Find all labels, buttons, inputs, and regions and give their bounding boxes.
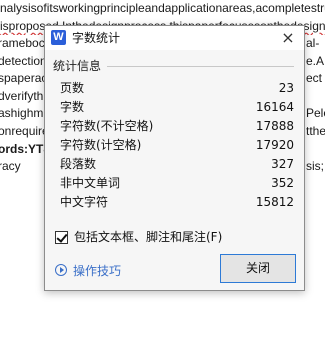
stat-value: 352 xyxy=(271,176,294,190)
document-fragment: e.A xyxy=(306,53,325,68)
document-line: nalysisofitsworkingprincipleandapplicati… xyxy=(0,1,325,15)
document-right-fragments: al- e.A ect Pele tthe sis; xyxy=(306,35,325,176)
stat-label: 字数 xyxy=(60,100,85,114)
word-count-dialog: W 字数统计 × 统计信息 页数 23 字数 16164 字符数(不计空格) 1… xyxy=(44,25,305,291)
stat-label: 字符数(计空格) xyxy=(60,138,142,152)
document-fragment: tthe xyxy=(306,123,325,138)
play-circle-icon xyxy=(55,264,67,276)
stat-row-paragraphs: 段落数 327 xyxy=(45,155,304,173)
document-fragment: Pele xyxy=(306,106,325,121)
stat-row-pages: 页数 23 xyxy=(45,79,304,97)
stat-row-chars-with-spaces: 字符数(计空格) 17920 xyxy=(45,136,304,154)
stat-label: 非中文单词 xyxy=(60,176,121,190)
document-fragment xyxy=(306,141,325,159)
stat-label: 页数 xyxy=(60,81,85,95)
document-fragment: sis; xyxy=(306,159,324,174)
wps-writer-icon: W xyxy=(51,30,66,45)
document-fragment xyxy=(306,88,325,106)
stat-row-non-chinese-words: 非中文单词 352 xyxy=(45,174,304,192)
stat-value: 17920 xyxy=(255,138,294,152)
tips-label: 操作技巧 xyxy=(73,264,122,278)
stat-value: 15812 xyxy=(255,195,294,209)
dialog-title: 字数统计 xyxy=(72,31,121,45)
document-fragment: ect xyxy=(306,71,323,86)
close-icon[interactable]: × xyxy=(278,28,298,48)
stat-label: 字符数(不计空格) xyxy=(60,119,154,133)
stat-row-chars-no-spaces: 字符数(不计空格) 17888 xyxy=(45,117,304,135)
stat-label: 段落数 xyxy=(60,157,97,171)
group-divider xyxy=(107,66,294,67)
stat-value: 16164 xyxy=(255,100,294,114)
dialog-titlebar[interactable]: W 字数统计 × xyxy=(45,26,304,50)
statistics-group-label: 统计信息 xyxy=(53,59,102,73)
stat-value: 23 xyxy=(278,81,294,95)
close-button[interactable]: 关闭 xyxy=(220,254,296,283)
document-fragment: al- xyxy=(306,36,320,50)
stat-row-chinese-chars: 中文字符 15812 xyxy=(45,193,304,211)
stat-value: 17888 xyxy=(255,119,294,133)
stat-label: 中文字符 xyxy=(60,195,109,209)
stat-value: 327 xyxy=(271,157,294,171)
stat-row-words: 字数 16164 xyxy=(45,98,304,116)
checkbox-checked[interactable] xyxy=(55,231,68,244)
checkbox-label: 包括文本框、脚注和尾注(F) xyxy=(74,230,223,244)
